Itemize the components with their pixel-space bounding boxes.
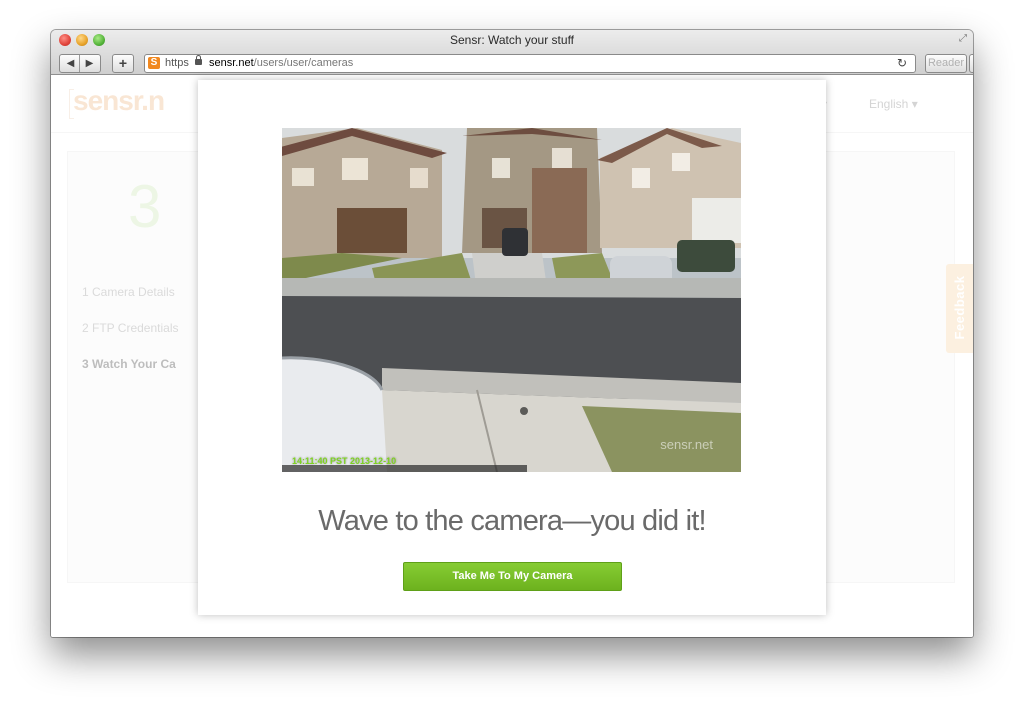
url-path: /users/user/cameras [253,57,354,69]
back-arrow-icon[interactable]: ◀ [61,55,80,72]
success-modal: 14:11:40 PST 2013-12-10 sensr.net Wave t… [198,80,826,615]
address-bar[interactable]: S https sensr.net/users/user/cameras ↻ [144,54,916,73]
back-forward-buttons: ◀ ▶ [59,54,101,73]
reader-button[interactable]: Reader [925,54,967,73]
fullscreen-icon[interactable]: ⤢ [959,33,967,44]
forward-arrow-icon[interactable]: ▶ [80,55,99,72]
modal-title: Wave to the camera—you did it! [318,505,706,537]
camera-status-bar [282,465,527,472]
url-host: sensr.net [209,57,254,69]
camera-timestamp: 14:11:40 PST 2013-12-10 [292,456,397,466]
camera-image [282,128,741,472]
window-title: Sensr: Watch your stuff [449,33,575,47]
camera-snapshot: 14:11:40 PST 2013-12-10 sensr.net [282,128,741,472]
browser-window: Sensr: Watch your stuff ⤢ ◀ ▶ + S https s… [51,30,973,637]
downloads-icon[interactable]: ⊙ [969,54,973,73]
url-scheme: https [165,57,189,69]
take-me-to-my-camera-button[interactable]: Take Me To My Camera [403,562,622,591]
page-content: sensr.n ▾ English ▾ 3 1 Camera Details 2… [51,75,973,637]
reload-icon[interactable]: ↻ [897,55,907,72]
url-text: sensr.net/users/user/cameras [209,55,353,72]
lock-icon [195,55,202,65]
camera-watermark: sensr.net [660,437,713,452]
site-favicon-icon: S [148,57,160,69]
browser-toolbar: Sensr: Watch your stuff ⤢ ◀ ▶ + S https s… [51,30,973,75]
new-tab-button[interactable]: + [112,54,134,73]
